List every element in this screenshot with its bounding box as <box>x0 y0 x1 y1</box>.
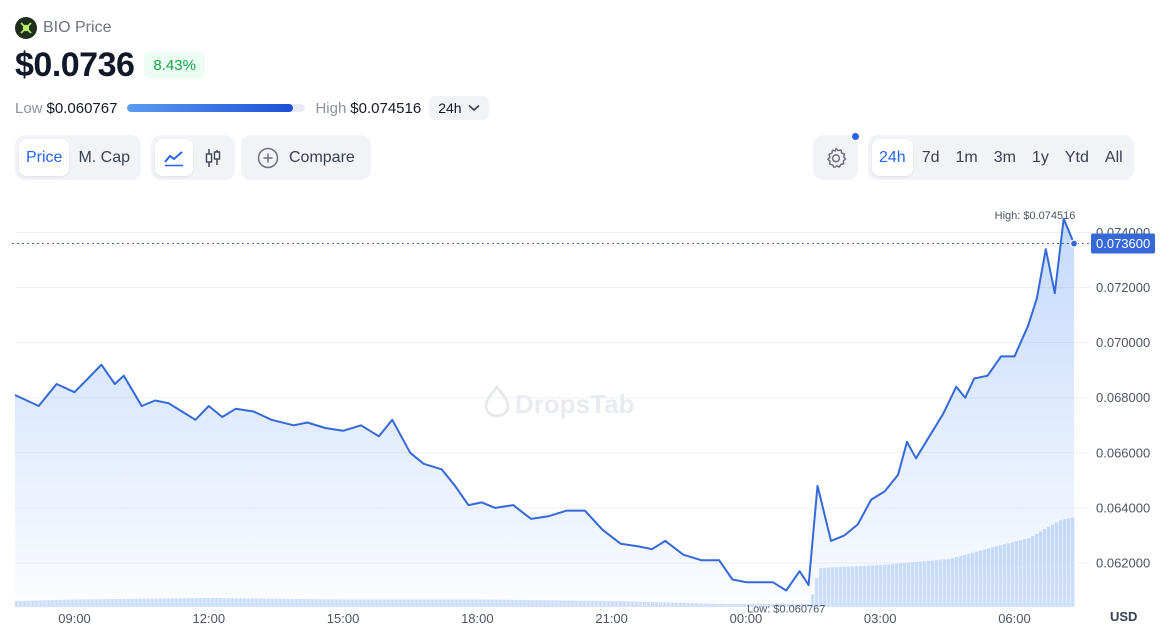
period-1y[interactable]: 1y <box>1025 139 1056 176</box>
low-annotation: Low: $0.060767 <box>747 603 825 615</box>
tab-market-cap[interactable]: M. Cap <box>71 139 137 176</box>
y-tick-label: 0.070000 <box>1096 335 1150 350</box>
low-value: $0.060767 <box>46 99 118 117</box>
low-label: Low <box>15 99 43 117</box>
metric-tabs: Price M. Cap <box>15 135 142 180</box>
compare-group: Compare <box>241 135 371 180</box>
settings-notification-dot <box>850 131 861 142</box>
bio-coin-icon <box>15 17 37 39</box>
price-row: $0.0736 8.43% <box>15 46 205 85</box>
y-tick-label: 0.068000 <box>1096 390 1150 405</box>
period-7d[interactable]: 7d <box>915 139 947 176</box>
x-tick-label: 12:00 <box>193 611 226 626</box>
watermark: DropsTab <box>484 384 634 419</box>
line-chart-icon <box>164 150 183 166</box>
compare-button[interactable]: Compare <box>245 139 367 176</box>
candlestick-chart-button[interactable] <box>195 139 231 176</box>
current-price: $0.0736 <box>15 46 135 84</box>
gear-icon <box>826 147 846 168</box>
current-price-tag-text: 0.073600 <box>1096 236 1150 251</box>
current-price-dot <box>1069 239 1079 248</box>
y-tick-label: 0.072000 <box>1096 280 1150 295</box>
plus-circle-icon <box>257 147 279 168</box>
x-tick-label: 18:00 <box>461 611 494 626</box>
period-24h[interactable]: 24h <box>872 139 913 176</box>
chart-settings-button[interactable] <box>813 131 861 180</box>
compare-label: Compare <box>289 148 355 166</box>
tab-price[interactable]: Price <box>19 139 70 176</box>
high-annotation: High: $0.074516 <box>995 210 1076 222</box>
range-period-value: 24h <box>438 100 462 116</box>
x-axis: 09:00 12:00 15:00 18:00 21:00 00:00 03:00 06:00 <box>58 611 1030 626</box>
price-chart[interactable]: DropsTab 0.062000 0.064000 0.066000 0.06800… <box>0 195 1172 638</box>
chart-type-toggle <box>151 135 235 180</box>
range-bar <box>127 104 306 112</box>
coin-header: BIO Price <box>15 17 111 39</box>
x-tick-label: 15:00 <box>327 611 360 626</box>
x-tick-label: 03:00 <box>864 611 897 626</box>
price-change-badge: 8.43% <box>144 52 205 79</box>
currency-label: USD <box>1110 609 1138 624</box>
chevron-down-icon <box>468 104 480 112</box>
y-tick-label: 0.064000 <box>1096 500 1150 515</box>
chart-toolbar: Price M. Cap Compare 24h 7d 1m 3m 1y Ytd… <box>0 131 1172 181</box>
x-tick-label: 09:00 <box>58 611 91 626</box>
high-label: High <box>315 99 347 117</box>
period-tabs: 24h 7d 1m 3m 1y Ytd All <box>868 135 1134 180</box>
period-1m[interactable]: 1m <box>949 139 985 176</box>
period-3m[interactable]: 3m <box>987 139 1023 176</box>
y-tick-label: 0.062000 <box>1096 555 1150 570</box>
current-price-tag: 0.073600 <box>1091 233 1155 254</box>
period-ytd[interactable]: Ytd <box>1058 139 1096 176</box>
x-tick-label: 21:00 <box>595 611 628 626</box>
range-bar-fill <box>127 104 293 112</box>
high-value: $0.074516 <box>350 99 422 117</box>
line-chart-button[interactable] <box>155 139 193 176</box>
coin-name: BIO Price <box>43 19 112 36</box>
watermark-text: DropsTab <box>515 389 634 419</box>
x-tick-label: 06:00 <box>998 611 1031 626</box>
y-axis: 0.062000 0.064000 0.066000 0.068000 0.070000… <box>1096 225 1150 570</box>
candlestick-icon <box>205 148 221 167</box>
price-range: Low $0.060767 High $0.074516 24h <box>15 95 489 121</box>
y-tick-label: 0.066000 <box>1096 445 1150 460</box>
period-all[interactable]: All <box>1098 139 1130 176</box>
range-period-select[interactable]: 24h <box>429 96 489 120</box>
